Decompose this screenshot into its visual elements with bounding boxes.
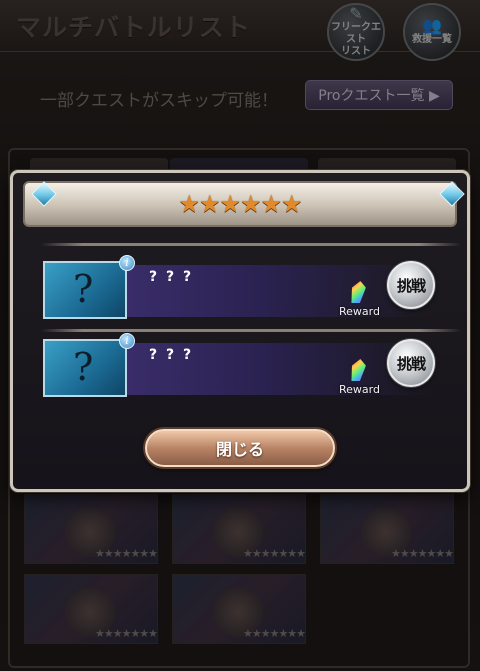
row-divider bbox=[41, 329, 461, 332]
reward-badge: Reward bbox=[339, 359, 385, 399]
reward-label: Reward bbox=[339, 383, 380, 396]
challenge-button[interactable]: 挑戦 bbox=[387, 339, 435, 387]
close-label: 閉じる bbox=[215, 440, 264, 459]
row-divider bbox=[41, 243, 461, 246]
reward-badge: Reward bbox=[339, 281, 385, 321]
quest-thumbnail[interactable]: ? bbox=[43, 261, 127, 319]
rainbow-crystal-icon bbox=[349, 359, 368, 381]
quest-name: ? ? ? bbox=[149, 269, 194, 285]
rank-banner: ★★★★★★ bbox=[23, 181, 457, 227]
challenge-button[interactable]: 挑戦 bbox=[387, 261, 435, 309]
challenge-label: 挑戦 bbox=[396, 276, 426, 295]
challenge-label: 挑戦 bbox=[396, 354, 426, 373]
reward-label: Reward bbox=[339, 305, 380, 318]
info-icon[interactable]: i bbox=[119, 255, 135, 271]
rainbow-crystal-icon bbox=[349, 281, 368, 303]
quest-row[interactable]: ? i ? ? ? Reward 挑戦 bbox=[43, 333, 459, 401]
quest-row[interactable]: ? i ? ? ? Reward 挑戦 bbox=[43, 255, 459, 323]
close-button[interactable]: 閉じる bbox=[145, 429, 335, 467]
quest-thumbnail[interactable]: ? bbox=[43, 339, 127, 397]
quest-name: ? ? ? bbox=[149, 347, 194, 363]
question-mark-icon: ? bbox=[73, 345, 94, 389]
info-icon[interactable]: i bbox=[119, 333, 135, 349]
question-mark-icon: ? bbox=[73, 267, 94, 311]
rank-stars: ★★★★★★ bbox=[178, 190, 302, 218]
quest-select-modal: ★★★★★★ ? i ? ? ? Reward 挑戦 ? i ? ? ? Rew… bbox=[10, 170, 470, 492]
